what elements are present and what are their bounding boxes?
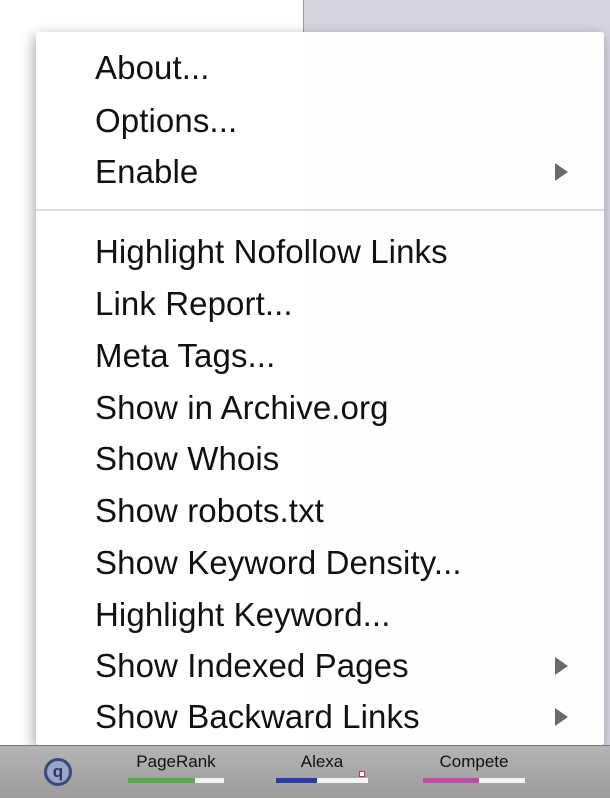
menu-item-label: About... <box>95 49 210 86</box>
metric-pagerank[interactable]: PageRank <box>128 752 224 792</box>
menu-item-label: Enable <box>95 153 199 190</box>
metric-bar <box>128 778 224 783</box>
menu-item-label: Show Keyword Density... <box>95 544 462 581</box>
metric-label: Alexa <box>300 752 344 771</box>
status-bar: q PageRank Alexa Compete <box>0 745 610 798</box>
seoquake-logo-icon[interactable]: q <box>44 758 72 786</box>
menu-item-label: Options... <box>95 102 238 139</box>
menu-item-show-robots-txt[interactable]: Show robots.txt <box>36 488 604 534</box>
metric-bar-fill <box>276 778 318 783</box>
menu-item-show-in-archive-org[interactable]: Show in Archive.org <box>36 385 604 431</box>
menu-item-show-whois[interactable]: Show Whois <box>36 436 604 482</box>
menu-item-label: Meta Tags... <box>95 337 276 374</box>
menu-item-label: Show Indexed Pages <box>95 647 409 684</box>
submenu-arrow-icon <box>555 163 568 181</box>
menu-item-highlight-keyword[interactable]: Highlight Keyword... <box>36 592 604 638</box>
metric-label: Compete <box>439 752 509 771</box>
menu-item-options[interactable]: Options... <box>36 98 604 144</box>
menu-item-highlight-nofollow-links[interactable]: Highlight Nofollow Links <box>36 229 604 275</box>
menu-item-label: Link Report... <box>95 285 293 322</box>
metric-compete[interactable]: Compete <box>423 752 525 792</box>
menu-item-label: Highlight Nofollow Links <box>95 233 448 270</box>
submenu-arrow-icon <box>555 708 568 726</box>
menu-item-label: Show Whois <box>95 440 280 477</box>
menu-item-meta-tags[interactable]: Meta Tags... <box>36 333 604 379</box>
metric-label: PageRank <box>136 752 216 771</box>
context-menu: About... Options... Enable Highlight Nof… <box>36 32 604 745</box>
metric-bar-fill <box>128 778 196 783</box>
menu-item-label: Highlight Keyword... <box>95 596 391 633</box>
metric-alexa[interactable]: Alexa <box>276 752 368 792</box>
menu-item-label: Show in Archive.org <box>95 389 389 426</box>
menu-item-show-indexed-pages[interactable]: Show Indexed Pages <box>36 643 604 689</box>
metric-bar-fill <box>423 778 480 783</box>
menu-item-label: Show robots.txt <box>95 492 324 529</box>
metric-bar <box>276 778 368 783</box>
menu-item-show-keyword-density[interactable]: Show Keyword Density... <box>36 540 604 586</box>
menu-item-link-report[interactable]: Link Report... <box>36 281 604 327</box>
metric-bar <box>423 778 525 783</box>
menu-item-about[interactable]: About... <box>36 45 604 91</box>
submenu-arrow-icon <box>555 657 568 675</box>
menu-separator <box>36 209 604 211</box>
alexa-marker-icon <box>359 771 365 777</box>
menu-item-label: Show Backward Links <box>95 698 420 735</box>
menu-item-enable[interactable]: Enable <box>36 149 604 195</box>
menu-item-show-backward-links[interactable]: Show Backward Links <box>36 694 604 740</box>
